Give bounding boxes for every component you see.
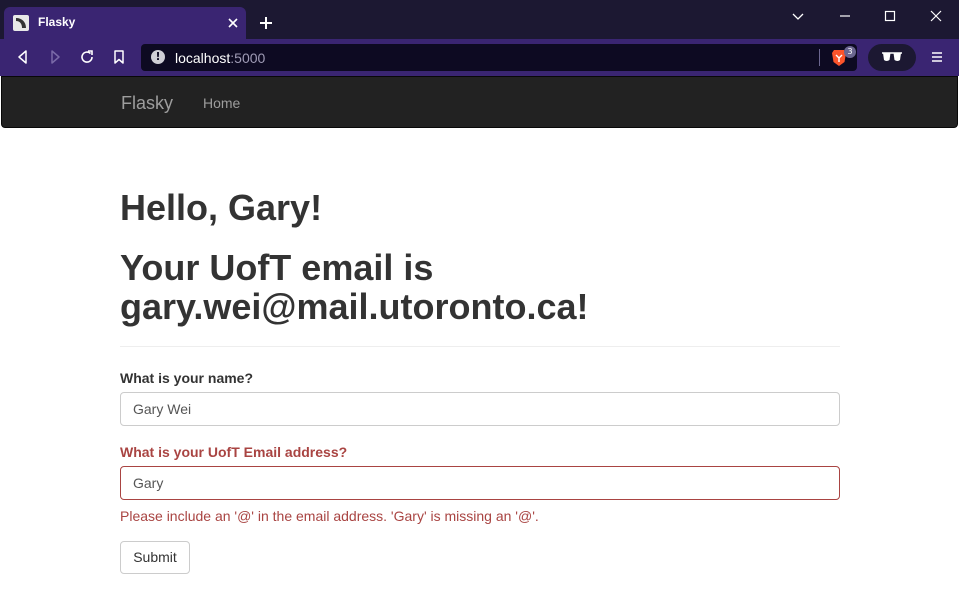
site-navbar: Flasky Home [1,76,958,128]
new-tab-icon[interactable] [258,15,274,31]
maximize-icon[interactable] [882,8,898,24]
site-info-icon[interactable]: ! [151,50,165,64]
back-icon[interactable] [15,49,31,65]
address-bar[interactable]: ! localhost:5000 3 [141,44,857,71]
tab-title: Flasky [38,15,76,29]
menu-icon[interactable] [929,49,945,65]
url-port: :5000 [230,50,266,66]
browser-toolbar: ! localhost:5000 3 [0,39,959,76]
browser-tab[interactable]: Flasky [4,7,246,39]
reload-icon[interactable] [79,49,95,65]
browser-titlebar: Flasky [0,0,959,39]
private-window-button[interactable] [868,44,916,71]
private-glasses-icon [882,52,902,61]
page-favicon-icon [13,15,29,31]
tab-search-chevron-icon[interactable] [790,8,806,24]
url-text[interactable]: localhost:5000 [175,50,265,66]
shields-count-badge: 3 [844,46,856,58]
name-label: What is your name? [120,370,254,386]
email-error-message: Please include an '@' in the email addre… [120,508,539,524]
bookmark-icon[interactable] [111,49,127,65]
close-tab-icon[interactable] [226,16,240,30]
navbar-brand[interactable]: Flasky [121,93,173,114]
nav-link-home[interactable]: Home [203,95,240,111]
close-window-icon[interactable] [928,8,944,24]
email-label: What is your UofT Email address? [120,444,348,460]
forward-icon[interactable] [47,49,63,65]
email-heading: Your UofT email is gary.wei@mail.utoront… [120,247,589,327]
minimize-icon[interactable] [837,8,853,24]
url-host: localhost [175,50,231,66]
url-separator [819,49,820,66]
submit-button[interactable]: Submit [120,541,190,574]
name-input[interactable]: Gary Wei [120,392,840,426]
greeting-heading: Hello, Gary! [120,187,323,228]
email-input[interactable]: Gary [120,466,840,500]
page-header-divider [120,346,840,347]
